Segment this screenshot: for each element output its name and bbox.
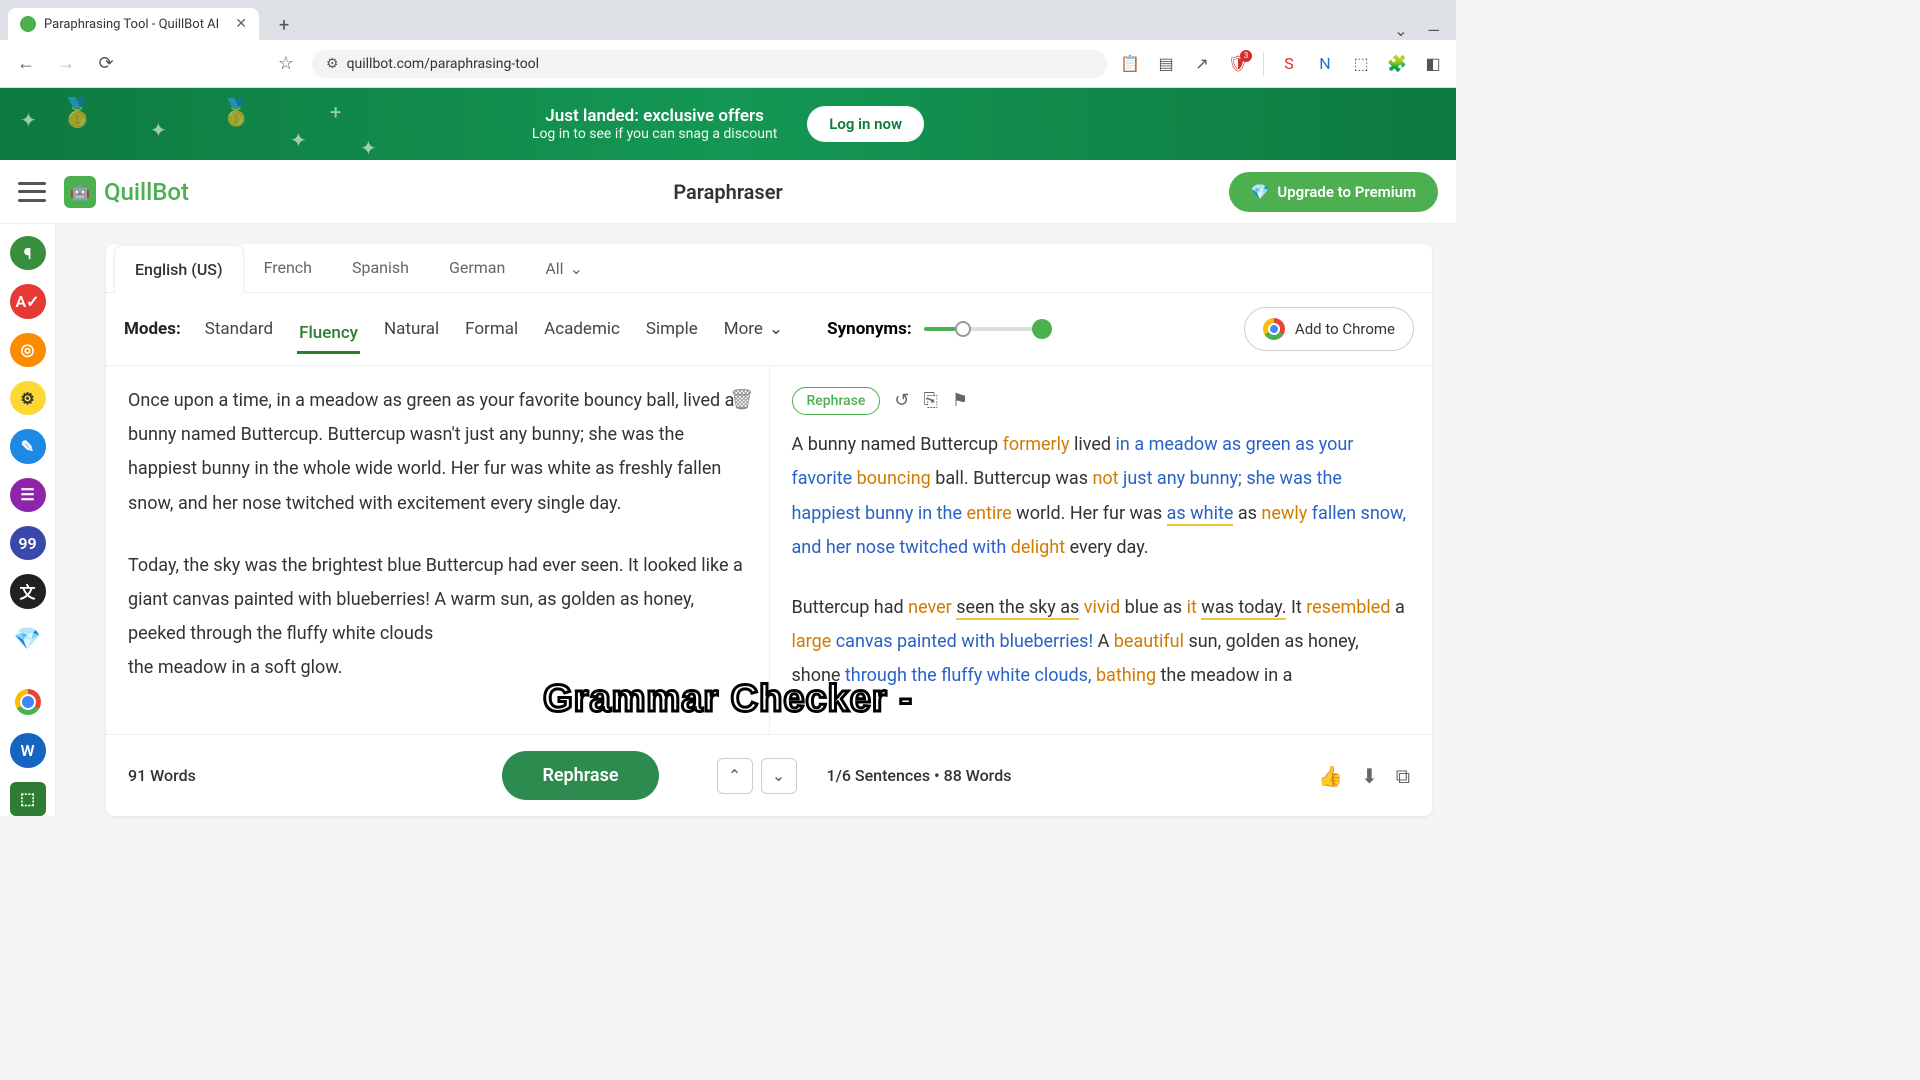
mode-simple[interactable]: Simple bbox=[644, 315, 700, 343]
address-bar[interactable]: ⚙ quillbot.com/paraphrasing-tool bbox=[312, 50, 1107, 78]
sidebar-app-icon[interactable]: ⬚ bbox=[10, 782, 46, 816]
mode-academic[interactable]: Academic bbox=[542, 315, 622, 343]
menu-icon[interactable] bbox=[18, 182, 46, 202]
mode-row: Modes: Standard Fluency Natural Formal A… bbox=[106, 293, 1432, 366]
sidebar-paraphraser-icon[interactable]: ¶ bbox=[10, 236, 46, 270]
add-chrome-label: Add to Chrome bbox=[1295, 320, 1395, 338]
back-button[interactable]: ← bbox=[12, 50, 40, 78]
browser-tab-bar: Paraphrasing Tool - QuillBot AI ✕ + ⌄ — bbox=[0, 0, 1456, 40]
upgrade-button[interactable]: 💎 Upgrade to Premium bbox=[1229, 172, 1438, 212]
bookmark-icon[interactable]: ☆ bbox=[272, 50, 300, 78]
sentence-pager: ⌃ ⌄ bbox=[717, 758, 797, 794]
sidebar-grammar-icon[interactable]: A✓ bbox=[10, 284, 46, 318]
mode-formal[interactable]: Formal bbox=[463, 315, 520, 343]
next-sentence-button[interactable]: ⌄ bbox=[761, 758, 797, 794]
chrome-icon bbox=[1263, 318, 1285, 340]
thumbs-icon[interactable]: 👍 bbox=[1318, 764, 1343, 788]
ext-icon-3[interactable]: ⬚ bbox=[1350, 53, 1372, 75]
sidebar-premium-icon[interactable]: 💎 bbox=[10, 623, 46, 657]
copy-icon[interactable]: ⎘ bbox=[924, 384, 938, 418]
promo-banner: ✦ 🥇 ✦ 🥇 ✦ + ✦ Just landed: exclusive off… bbox=[0, 88, 1456, 160]
language-tabs: English (US) French Spanish German All ⌄ bbox=[106, 244, 1432, 293]
lang-tab-es[interactable]: Spanish bbox=[332, 244, 429, 292]
undo-icon[interactable]: ↺ bbox=[894, 384, 909, 418]
mode-fluency[interactable]: Fluency bbox=[297, 319, 360, 354]
chevron-down-icon[interactable]: ⌄ bbox=[1394, 21, 1407, 40]
page-title: Paraphraser bbox=[673, 180, 782, 204]
sidebar-chrome-icon[interactable] bbox=[10, 685, 46, 719]
editor-footer: 91 Words Rephrase ⌃ ⌄ 1/6 Sentences • 88… bbox=[106, 734, 1432, 816]
paraphraser-card: English (US) French Spanish German All ⌄… bbox=[106, 244, 1432, 816]
tab-close-icon[interactable]: ✕ bbox=[235, 16, 247, 32]
quillbot-logo[interactable]: 🤖 QuillBot bbox=[64, 176, 189, 208]
reader-icon[interactable]: ▤ bbox=[1155, 53, 1177, 75]
sidebar-translator-icon[interactable]: ☰ bbox=[10, 478, 46, 512]
flag-icon[interactable]: ⚑ bbox=[952, 384, 968, 418]
lang-tab-en[interactable]: English (US) bbox=[114, 245, 244, 293]
modes-label: Modes: bbox=[124, 319, 181, 339]
sidebar-cowriter-icon[interactable]: ⚙ bbox=[10, 381, 46, 415]
add-to-chrome-button[interactable]: Add to Chrome bbox=[1244, 307, 1414, 351]
sentence-info: 1/6 Sentences • 88 Words bbox=[827, 766, 1012, 785]
sidepanel-icon[interactable]: ◧ bbox=[1422, 53, 1444, 75]
synonyms-label: Synonyms: bbox=[827, 319, 912, 339]
app-sidebar: ¶ A✓ ◎ ⚙ ✎ ☰ 99 文 💎 W ⬚ bbox=[0, 224, 56, 816]
browser-tab[interactable]: Paraphrasing Tool - QuillBot AI ✕ bbox=[8, 8, 259, 40]
copy-all-icon[interactable]: ⧉ bbox=[1396, 764, 1410, 788]
sidebar-plagiarism-icon[interactable]: ◎ bbox=[10, 333, 46, 367]
synonyms-slider[interactable] bbox=[924, 327, 1044, 331]
browser-toolbar: ← → ⟳ ☆ ⚙ quillbot.com/paraphrasing-tool… bbox=[0, 40, 1456, 88]
app-header: 🤖 QuillBot Paraphraser 💎 Upgrade to Prem… bbox=[0, 160, 1456, 224]
share-icon[interactable]: ↗ bbox=[1191, 53, 1213, 75]
download-icon[interactable]: ⬇ bbox=[1361, 764, 1378, 788]
chevron-down-icon: ⌄ bbox=[570, 259, 583, 278]
input-word-count: 91 Words bbox=[128, 766, 196, 785]
sidebar-citation-icon[interactable]: 99 bbox=[10, 526, 46, 560]
synonyms-control: Synonyms: bbox=[827, 319, 1044, 339]
prev-sentence-button[interactable]: ⌃ bbox=[717, 758, 753, 794]
rephrase-pill-button[interactable]: Rephrase bbox=[792, 387, 881, 415]
upgrade-label: Upgrade to Premium bbox=[1277, 183, 1416, 201]
sidebar-summarizer-icon[interactable]: ✎ bbox=[10, 429, 46, 463]
minimize-icon[interactable]: — bbox=[1428, 21, 1441, 40]
logo-icon: 🤖 bbox=[64, 176, 96, 208]
logo-text: QuillBot bbox=[104, 178, 189, 206]
url-text: quillbot.com/paraphrasing-tool bbox=[347, 56, 540, 72]
sidebar-word-icon[interactable]: W bbox=[10, 733, 46, 767]
lang-tab-de[interactable]: German bbox=[429, 244, 525, 292]
ext-icon-2[interactable]: N bbox=[1314, 53, 1336, 75]
input-paragraph-2: Today, the sky was the brightest blue Bu… bbox=[128, 549, 747, 652]
chevron-down-icon: ⌄ bbox=[769, 319, 783, 339]
clipboard-icon[interactable]: 📋 bbox=[1119, 53, 1141, 75]
lang-tab-all[interactable]: All ⌄ bbox=[525, 244, 603, 292]
lang-tab-fr[interactable]: French bbox=[244, 244, 332, 292]
video-caption-overlay: Grammar Checker - bbox=[543, 678, 913, 721]
output-paragraph-1: A bunny named Buttercup formerly lived i… bbox=[792, 428, 1411, 565]
ext-icon-1[interactable]: S bbox=[1278, 53, 1300, 75]
banner-subtitle: Log in to see if you can snag a discount bbox=[532, 126, 777, 142]
mode-standard[interactable]: Standard bbox=[203, 315, 275, 343]
rephrase-button[interactable]: Rephrase bbox=[502, 751, 658, 800]
login-button[interactable]: Log in now bbox=[807, 106, 924, 142]
mode-natural[interactable]: Natural bbox=[382, 315, 441, 343]
tab-title: Paraphrasing Tool - QuillBot AI bbox=[44, 17, 219, 32]
sidebar-extension-icon[interactable]: 文 bbox=[10, 574, 46, 608]
window-controls: ⌄ — bbox=[1394, 21, 1456, 40]
reload-button[interactable]: ⟳ bbox=[92, 50, 120, 78]
lang-all-label: All bbox=[545, 259, 563, 278]
tab-favicon-icon bbox=[20, 16, 36, 32]
new-tab-button[interactable]: + bbox=[271, 11, 297, 40]
main-content: English (US) French Spanish German All ⌄… bbox=[56, 224, 1456, 816]
input-paragraph-1: Once upon a time, in a meadow as green a… bbox=[128, 384, 747, 521]
site-info-icon[interactable]: ⚙ bbox=[326, 56, 339, 72]
diamond-icon: 💎 bbox=[1251, 183, 1270, 201]
mode-more-label: More bbox=[724, 319, 763, 339]
shield-icon[interactable]: 🛡3 bbox=[1227, 53, 1249, 75]
forward-button[interactable]: → bbox=[52, 50, 80, 78]
trash-icon[interactable]: 🗑 bbox=[729, 380, 754, 418]
mode-more[interactable]: More ⌄ bbox=[722, 315, 785, 343]
extensions-icon[interactable]: 🧩 bbox=[1386, 53, 1408, 75]
banner-title: Just landed: exclusive offers bbox=[532, 106, 777, 126]
output-toolbar: Rephrase ↺ ⎘ ⚑ bbox=[792, 384, 1411, 418]
